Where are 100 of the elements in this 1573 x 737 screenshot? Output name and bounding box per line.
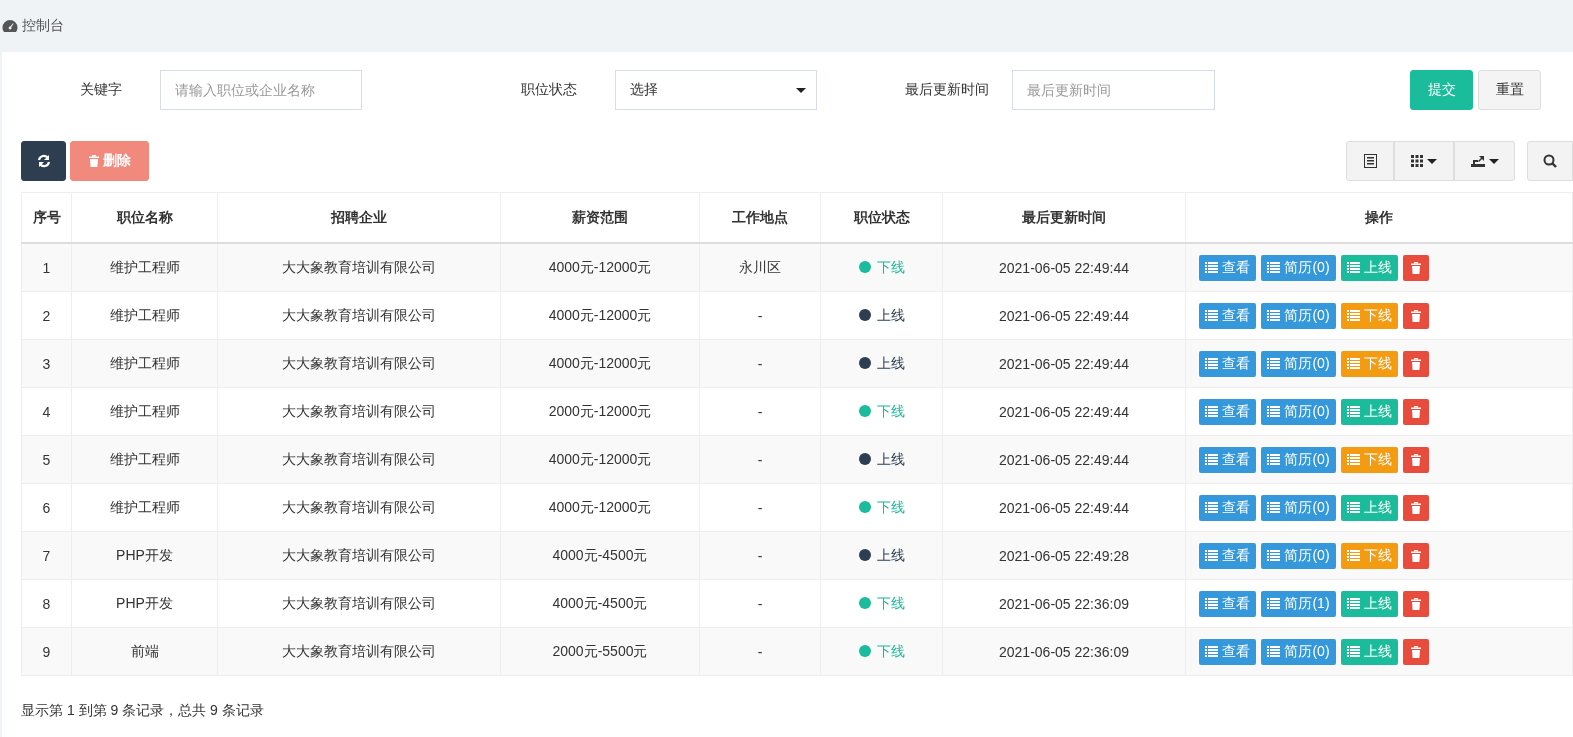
table-cell: 2021-06-05 22:49:44 xyxy=(942,435,1186,484)
table-cell: 大大象教育培训有限公司 xyxy=(217,435,501,484)
resume-button[interactable]: 简历(0) xyxy=(1261,302,1336,329)
delete-row-button[interactable] xyxy=(1402,590,1429,617)
trash-icon xyxy=(1410,405,1421,418)
resume-button[interactable]: 简历(1) xyxy=(1261,590,1336,617)
columns-button[interactable] xyxy=(1394,141,1454,181)
list-icon xyxy=(1346,310,1360,321)
submit-button[interactable]: 提交 xyxy=(1410,70,1473,110)
search-button[interactable] xyxy=(1527,141,1573,181)
toggle-status-button[interactable]: 上线 xyxy=(1340,638,1398,665)
toggle-status-button[interactable]: 上线 xyxy=(1340,254,1398,281)
status-text: 上线 xyxy=(876,306,905,323)
reset-button[interactable]: 重置 xyxy=(1478,70,1541,110)
table-cell: 4000元-12000元 xyxy=(500,291,700,340)
table-cell: 维护工程师 xyxy=(71,483,218,532)
delete-row-button[interactable] xyxy=(1402,398,1429,425)
table-cell: 维护工程师 xyxy=(71,435,218,484)
list-icon xyxy=(1267,598,1281,609)
table-cell: - xyxy=(699,531,821,580)
table-cell: 9 xyxy=(21,627,72,676)
list-icon xyxy=(1205,310,1219,321)
table-cell: 2021-06-05 22:36:09 xyxy=(942,627,1186,676)
table-cell: 2021-06-05 22:49:44 xyxy=(942,291,1186,340)
table-cell: 维护工程师 xyxy=(71,339,218,388)
status-text: 上线 xyxy=(876,354,905,371)
table-cell: 4000元-12000元 xyxy=(500,339,700,388)
list-icon xyxy=(1267,454,1281,465)
table-cell: 2021-06-05 22:49:44 xyxy=(942,243,1186,292)
toggle-status-button[interactable]: 上线 xyxy=(1340,590,1398,617)
list-icon xyxy=(1267,262,1281,273)
view-button[interactable]: 查看 xyxy=(1199,350,1257,377)
table-cell: 大大象教育培训有限公司 xyxy=(217,531,501,580)
view-button[interactable]: 查看 xyxy=(1199,302,1257,329)
table-cell: 永川区 xyxy=(699,243,821,292)
view-button[interactable]: 查看 xyxy=(1199,398,1257,425)
list-icon xyxy=(1205,262,1219,273)
trash-icon xyxy=(1410,453,1421,466)
resume-button[interactable]: 简历(0) xyxy=(1261,542,1336,569)
list-icon xyxy=(1346,550,1360,561)
toggle-status-button[interactable]: 下线 xyxy=(1340,350,1398,377)
delete-row-button[interactable] xyxy=(1402,446,1429,473)
delete-button[interactable]: 删除 xyxy=(70,141,149,181)
delete-row-button[interactable] xyxy=(1402,350,1429,377)
refresh-icon xyxy=(36,154,51,168)
view-button[interactable]: 查看 xyxy=(1199,254,1257,281)
delete-row-button[interactable] xyxy=(1402,542,1429,569)
toggle-status-button[interactable]: 下线 xyxy=(1340,542,1398,569)
list-icon xyxy=(1205,646,1219,657)
trash-icon xyxy=(1410,309,1421,322)
resume-button[interactable]: 简历(0) xyxy=(1261,254,1336,281)
grid-icon xyxy=(1411,155,1423,167)
trash-icon xyxy=(1410,549,1421,562)
toggle-status-button[interactable]: 上线 xyxy=(1340,494,1398,521)
refresh-button[interactable] xyxy=(21,141,66,181)
search-icon xyxy=(1543,154,1557,168)
trash-icon xyxy=(1410,501,1421,514)
list-icon xyxy=(1205,598,1219,609)
table-cell: 大大象教育培训有限公司 xyxy=(217,243,501,292)
table-cell: 维护工程师 xyxy=(71,243,218,292)
delete-row-button[interactable] xyxy=(1402,638,1429,665)
export-button[interactable] xyxy=(1454,141,1515,181)
table-cell: 大大象教育培训有限公司 xyxy=(217,579,501,628)
delete-row-button[interactable] xyxy=(1402,494,1429,521)
table-cell: - xyxy=(699,291,821,340)
table-cell: 1 xyxy=(21,243,72,292)
pagination-summary: 显示第 1 到第 9 条记录，总共 9 条记录 xyxy=(21,702,265,720)
table-cell: 2021-06-05 22:36:09 xyxy=(942,579,1186,628)
list-icon xyxy=(1267,550,1281,561)
resume-button[interactable]: 简历(0) xyxy=(1261,398,1336,425)
resume-button[interactable]: 简历(0) xyxy=(1261,446,1336,473)
view-button[interactable]: 查看 xyxy=(1199,494,1257,521)
toggle-view-button[interactable] xyxy=(1346,141,1394,181)
toggle-status-button[interactable]: 上线 xyxy=(1340,398,1398,425)
status-dropdown[interactable]: 选择 xyxy=(615,70,817,110)
status-text: 上线 xyxy=(876,450,905,467)
view-button[interactable]: 查看 xyxy=(1199,446,1257,473)
table-cell: 8 xyxy=(21,579,72,628)
toggle-status-button[interactable]: 下线 xyxy=(1340,446,1398,473)
delete-row-button[interactable] xyxy=(1402,254,1429,281)
view-button[interactable]: 查看 xyxy=(1199,590,1257,617)
delete-row-button[interactable] xyxy=(1402,302,1429,329)
view-button[interactable]: 查看 xyxy=(1199,638,1257,665)
updated-field[interactable]: 最后更新时间 xyxy=(1012,70,1215,110)
table-cell: 2021-06-05 22:49:44 xyxy=(942,387,1186,436)
list-icon xyxy=(1346,502,1360,513)
resume-button[interactable]: 简历(0) xyxy=(1261,638,1336,665)
resume-button[interactable]: 简历(0) xyxy=(1261,494,1336,521)
table-cell: 大大象教育培训有限公司 xyxy=(217,387,501,436)
table-cell: 4000元-4500元 xyxy=(500,531,700,580)
list-icon xyxy=(1205,358,1219,369)
table-cell: 大大象教育培训有限公司 xyxy=(217,339,501,388)
toggle-status-button[interactable]: 下线 xyxy=(1340,302,1398,329)
card-view-icon xyxy=(1363,154,1377,168)
list-icon xyxy=(1346,454,1360,465)
list-icon xyxy=(1205,550,1219,561)
keyword-field[interactable]: 请输入职位或企业名称 xyxy=(160,70,362,110)
view-button[interactable]: 查看 xyxy=(1199,542,1257,569)
resume-button[interactable]: 简历(0) xyxy=(1261,350,1336,377)
trash-icon xyxy=(1410,261,1421,274)
